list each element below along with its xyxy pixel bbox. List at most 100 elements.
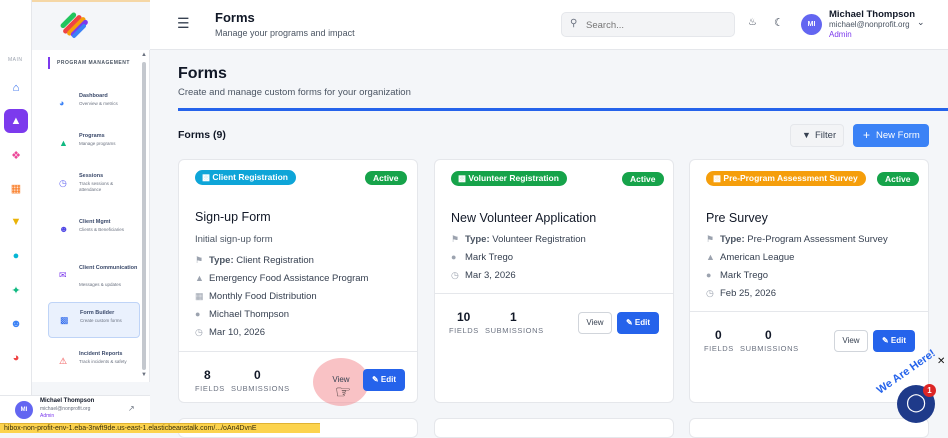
tag-icon: ⚑	[706, 234, 715, 244]
header-title: Forms	[215, 10, 255, 25]
header-avatar[interactable]: MI	[801, 14, 822, 35]
sidebar-item-sub: Track sessions & attendance	[79, 181, 114, 192]
sidebar-item-sub: Manage programs	[79, 141, 116, 146]
category-label: Pre-Program Assessment Survey	[723, 173, 858, 183]
header-user-name: Michael Thompson	[829, 9, 916, 20]
app-logo[interactable]	[58, 10, 92, 40]
clipboard-icon: ▩	[713, 173, 724, 183]
view-button[interactable]: View	[834, 330, 868, 352]
category-badge: ▩ Pre-Program Assessment Survey	[706, 171, 866, 186]
user-icon: ●	[451, 252, 457, 262]
sidebar-nav-panel: PROGRAM MANAGEMENT ◕ Dashboard Overview …	[32, 50, 150, 382]
home-icon[interactable]: ⌂	[4, 76, 28, 100]
org-chart-icon[interactable]: ▲	[4, 109, 28, 133]
sidebar-item-sub: Track incidents & safety	[79, 359, 127, 364]
plus-icon: +	[863, 128, 871, 142]
form-program: ▲ Emergency Food Assistance Program	[195, 273, 369, 284]
sidebar-item-label: Sessions	[79, 173, 104, 179]
new-form-label: New Form	[876, 130, 920, 141]
avatar: MI	[15, 401, 33, 419]
top-header: ☰ Forms Manage your programs and impact …	[150, 0, 948, 50]
hamburger-menu-icon[interactable]: ☰	[177, 15, 190, 32]
form-card[interactable]: ▩ Pre-Program Assessment Survey Active P…	[689, 159, 929, 403]
edit-icon: ✎	[371, 375, 381, 384]
sidebar-user-footer[interactable]: MI Michael Thompson michael@nonprofit.or…	[0, 395, 150, 423]
edit-button[interactable]: ✎ Edit	[873, 330, 915, 352]
chevron-down-icon[interactable]: ⌄	[917, 17, 925, 28]
dark-mode-moon-icon[interactable]: ☾	[774, 16, 784, 29]
form-owner: ● Michael Thompson	[195, 309, 290, 320]
tag-icon: ⚑	[451, 234, 460, 244]
form-title: Pre Survey	[706, 211, 768, 225]
sidebar-item-label: Client Communication	[79, 265, 138, 271]
search-input[interactable]	[586, 17, 726, 33]
user-email: michael@nonprofit.org	[40, 406, 91, 412]
building-icon[interactable]: ▦	[4, 176, 28, 200]
scroll-up-arrow-icon[interactable]: ▲	[141, 52, 147, 58]
forms-count-label: Forms (9)	[178, 129, 226, 141]
warning-icon: ⚠	[59, 356, 68, 366]
edit-button[interactable]: ✎ Edit	[363, 369, 405, 391]
form-session: ▦ Monthly Food Distribution	[195, 291, 317, 302]
hand-cursor-icon: ☞	[335, 382, 352, 402]
form-card-next-row[interactable]	[434, 418, 674, 438]
form-type: ⚑ Type: Volunteer Registration	[451, 234, 586, 245]
filter-button[interactable]: ▼ Filter	[790, 124, 844, 147]
submissions-count: 1	[510, 310, 517, 324]
edit-button[interactable]: ✎ Edit	[617, 312, 659, 334]
card-divider	[435, 293, 673, 294]
graduation-cap-icon[interactable]: ▼	[4, 210, 28, 234]
sidebar-item-programs[interactable]: ▲ Programs Manage programs	[48, 126, 140, 162]
chat-bubble-icon: ✉	[59, 270, 67, 280]
users-icon[interactable]: ☻	[4, 312, 28, 336]
sidebar-item-sub: Create custom forms	[80, 318, 122, 323]
header-subtitle: Manage your programs and impact	[215, 28, 355, 38]
header-user-email: michael@nonprofit.org	[829, 20, 910, 29]
globe-icon[interactable]: ●	[4, 244, 28, 268]
sidebar-item-client-communication[interactable]: ✉ Client Communication Messages & update…	[48, 258, 140, 294]
category-label: Client Registration	[212, 172, 288, 182]
view-button[interactable]: View	[578, 312, 612, 334]
scroll-down-arrow-icon[interactable]: ▼	[141, 372, 147, 378]
clock-icon: ◷	[195, 327, 203, 337]
fields-label: FIELDS	[704, 344, 734, 353]
category-badge: ▩ Client Registration	[195, 170, 296, 185]
new-form-button[interactable]: + New Form	[853, 124, 929, 147]
external-link-icon[interactable]: ↗	[128, 404, 135, 413]
network-icon[interactable]: ✦	[4, 278, 28, 302]
form-type: ⚑ Type: Client Registration	[195, 255, 314, 266]
search-icon: ⚲	[570, 18, 578, 29]
form-card[interactable]: ▩ Client Registration Active Sign-up For…	[178, 159, 418, 406]
sidebar-scrollbar[interactable]: ▲ ▼	[141, 52, 147, 380]
programs-icon: ▲	[59, 138, 68, 148]
close-icon[interactable]: ✕	[937, 356, 945, 367]
sidebar-item-incident-reports[interactable]: ⚠ Incident Reports Track incidents & saf…	[48, 344, 140, 380]
status-badge: Active	[365, 171, 407, 185]
scrollbar-thumb[interactable]	[142, 62, 146, 370]
bell-icon[interactable]: ♨	[748, 17, 757, 28]
form-card[interactable]: ▩ Volunteer Registration Active New Volu…	[434, 159, 674, 403]
form-card-next-row[interactable]	[689, 418, 929, 438]
fields-count: 8	[204, 368, 211, 382]
edit-icon: ✎	[881, 336, 891, 345]
dashboard-icon: ◕	[59, 98, 65, 108]
edit-icon: ✎	[625, 318, 635, 327]
sidebar-item-form-builder[interactable]: ▩ Form Builder Create custom forms	[48, 302, 140, 338]
clipboard-icon: ▩	[202, 172, 213, 182]
page-subtitle: Create and manage custom forms for your …	[178, 87, 411, 98]
pie-chart-icon[interactable]: ◕	[4, 346, 28, 370]
user-role: Admin	[40, 413, 55, 419]
sidebar-item-client-mgmt[interactable]: ☻ Client Mgmt Clients & Beneficiaries	[48, 212, 140, 248]
chat-bubble-icon: ◯	[906, 392, 927, 412]
form-date: ◷ Mar 10, 2026	[195, 327, 265, 338]
form-date: ◷ Feb 25, 2026	[706, 288, 776, 299]
sidebar-item-sessions[interactable]: ◷ Sessions Track sessions & attendance	[48, 166, 140, 202]
page-header-accent-bar	[178, 108, 948, 111]
submissions-label: SUBMISSIONS	[231, 384, 290, 393]
clock-icon: ◷	[451, 270, 459, 280]
tag-icon: ⚑	[195, 255, 204, 265]
handshake-icon[interactable]: ❖	[4, 143, 28, 167]
sidebar-item-dashboard[interactable]: ◕ Dashboard Overview & metrics	[48, 86, 140, 122]
search-box[interactable]: ⚲	[561, 12, 735, 37]
org-chart-icon: ▲	[195, 273, 204, 283]
